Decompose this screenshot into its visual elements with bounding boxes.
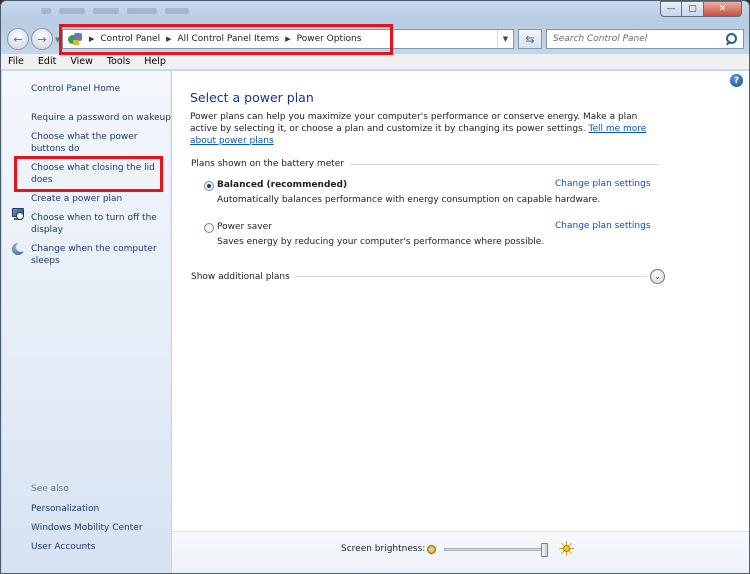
help-glyph: ? [733,75,740,86]
minimize-button[interactable]: — [660,1,682,17]
mobility-center-link[interactable]: Windows Mobility Center [31,522,171,534]
user-accounts-link[interactable]: User Accounts [31,541,171,553]
recent-pages-dropdown[interactable]: ▼ [55,36,60,44]
minimize-icon: — [666,4,676,14]
title-bar-text-faded [41,7,201,17]
back-arrow-icon: ← [13,32,23,46]
show-additional-plans-label[interactable]: Show additional plans [191,272,296,282]
window-controls: — ▢ ✕ [660,1,742,17]
breadcrumb-separator-icon[interactable]: ▶ [166,35,171,43]
brightness-bar: Screen brightness: [172,531,749,573]
display-timer-icon [11,207,25,221]
group-divider [350,163,659,165]
power-options-window: — ▢ ✕ ← → ▼ ▶ Control Panel ▶ All Contro… [0,0,750,574]
close-icon: ✕ [718,4,727,14]
menu-edit[interactable]: Edit [31,56,63,67]
maximize-icon: ▢ [688,4,697,14]
power-saver-plan-name[interactable]: Power saver [217,222,272,232]
power-buttons-link[interactable]: Choose what the power buttons do [31,131,151,155]
address-dropdown-icon[interactable]: ▼ [497,30,513,48]
brightness-slider-thumb[interactable] [541,543,548,557]
plans-group-header: Plans shown on the battery meter [191,159,659,169]
balanced-change-settings-link[interactable]: Change plan settings [555,179,651,189]
dim-sun-icon [427,545,436,554]
balanced-plan-name[interactable]: Balanced (recommended) [217,180,347,190]
power-saver-plan-description: Saves energy by reducing your computer's… [217,237,545,247]
expand-chevron-icon[interactable]: ⌄ [650,269,665,284]
menu-view[interactable]: View [63,56,100,67]
control-panel-icon [67,32,83,46]
sleep-moon-icon [11,242,26,256]
additional-plans-row[interactable]: Show additional plans ⌄ [191,269,665,284]
control-panel-home-link[interactable]: Control Panel Home [31,83,171,95]
personalization-link[interactable]: Personalization [31,503,171,515]
breadcrumb-all-items[interactable]: All Control Panel Items [177,34,279,44]
intro-body: Power plans can help you maximize your c… [190,112,638,134]
search-box [546,29,744,49]
computer-sleeps-link[interactable]: Change when the computer sleeps [31,243,159,267]
page-title: Select a power plan [190,90,314,105]
menu-bar: File Edit View Tools Help [1,54,749,70]
refresh-button[interactable]: ⇆ [518,29,542,49]
breadcrumb-control-panel[interactable]: Control Panel [100,34,160,44]
plans-group-title: Plans shown on the battery meter [191,159,345,169]
refresh-icon: ⇆ [525,32,535,46]
menu-tools[interactable]: Tools [100,56,137,67]
forward-button[interactable]: → [31,28,53,50]
breadcrumb-power-options[interactable]: Power Options [297,34,362,44]
power-saver-change-settings-link[interactable]: Change plan settings [555,221,651,231]
require-password-link[interactable]: Require a password on wakeup [31,112,171,124]
brightness-slider-track[interactable] [444,548,548,551]
expand-glyph: ⌄ [654,272,661,281]
maximize-button[interactable]: ▢ [682,1,704,17]
balanced-radio[interactable] [204,181,214,191]
chevron-down-icon: ▼ [55,36,61,44]
back-button[interactable]: ← [7,28,29,50]
main-content: ? Select a power plan Power plans can he… [172,71,749,531]
search-icon[interactable] [723,31,739,47]
menu-file[interactable]: File [1,56,31,67]
breadcrumb-separator-icon[interactable]: ▶ [89,35,94,43]
help-icon[interactable]: ? [730,74,743,87]
balanced-plan-description: Automatically balances performance with … [217,195,601,205]
additional-divider [295,276,647,277]
title-bar: — ▢ ✕ [1,1,749,23]
screen-brightness-label: Screen brightness: [341,544,426,554]
closing-lid-link[interactable]: Choose what closing the lid does [31,162,159,186]
create-power-plan-link[interactable]: Create a power plan [31,193,171,205]
forward-arrow-icon: → [37,32,47,46]
bright-sun-icon [559,541,574,556]
task-pane: Control Panel Home Require a password on… [2,71,171,573]
breadcrumb-separator-icon[interactable]: ▶ [285,35,290,43]
close-button[interactable]: ✕ [704,1,742,17]
address-bar[interactable]: ▶ Control Panel ▶ All Control Panel Item… [62,29,514,49]
turn-off-display-link[interactable]: Choose when to turn off the display [31,212,159,236]
search-input[interactable] [547,34,723,44]
intro-text: Power plans can help you maximize your c… [190,111,665,147]
see-also-heading: See also [31,484,69,494]
power-saver-radio[interactable] [204,223,214,233]
menu-help[interactable]: Help [137,56,173,67]
